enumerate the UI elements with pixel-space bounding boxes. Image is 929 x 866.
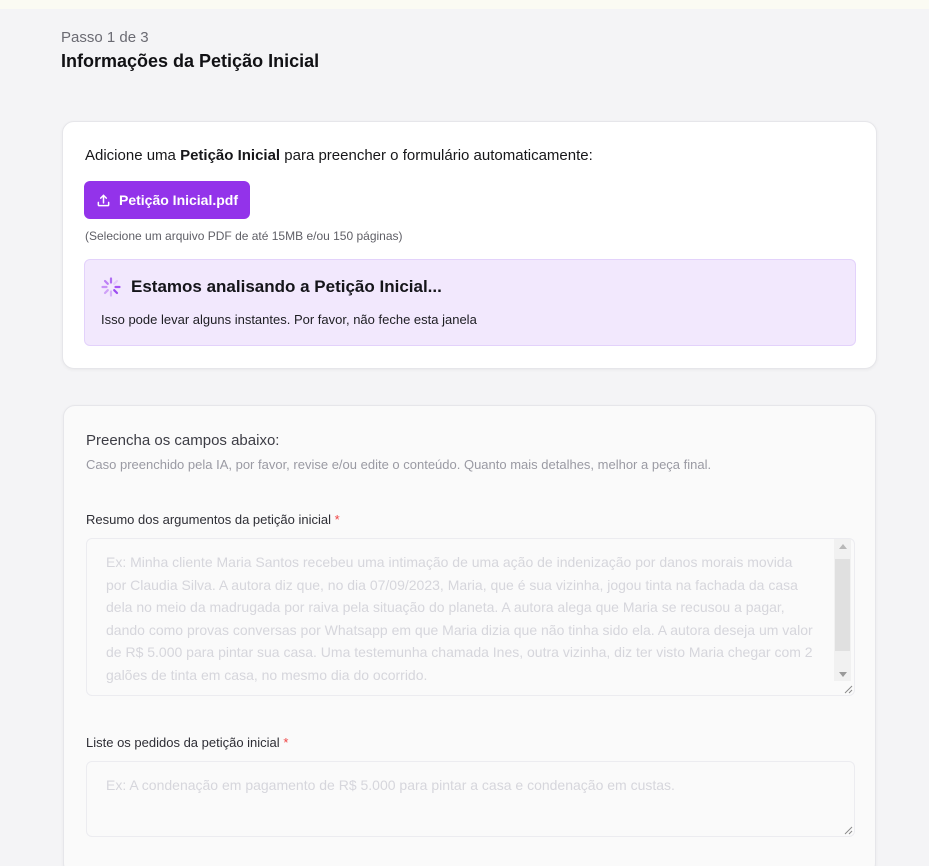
required-mark: * xyxy=(283,735,289,750)
form-heading: Preencha os campos abaixo: xyxy=(86,432,280,449)
upload-pdf-button[interactable]: Petição Inicial.pdf xyxy=(84,181,250,219)
spinner-icon xyxy=(101,277,121,297)
form-subheading: Caso preenchido pela IA, por favor, revi… xyxy=(86,457,712,472)
upload-pdf-button-label: Petição Inicial.pdf xyxy=(118,192,239,208)
summary-textarea[interactable] xyxy=(86,538,855,696)
required-mark: * xyxy=(334,512,340,527)
upload-icon xyxy=(97,194,110,206)
summary-field-label: Resumo dos argumentos da petição inicial… xyxy=(86,512,340,527)
requests-field-label: Liste os pedidos da petição inicial * xyxy=(86,735,288,750)
upload-intro-before: Adicione uma xyxy=(85,147,181,164)
requests-field-label-text: Liste os pedidos da petição inicial xyxy=(86,735,280,750)
requests-textarea[interactable] xyxy=(86,761,855,837)
upload-hint: (Selecione um arquivo PDF de até 15MB e/… xyxy=(85,229,403,243)
upload-intro-after: para preencher o formulário automaticame… xyxy=(280,147,593,164)
form-card: Preencha os campos abaixo: Caso preenchi… xyxy=(63,405,876,866)
analyzing-text: Isso pode levar alguns instantes. Por fa… xyxy=(101,312,477,327)
summary-field-label-text: Resumo dos argumentos da petição inicial xyxy=(86,512,331,527)
analyzing-status-box: Estamos analisando a Petição Inicial... … xyxy=(84,259,856,346)
analyzing-title: Estamos analisando a Petição Inicial... xyxy=(131,277,442,296)
upload-card: Adicione uma Petição Inicial para preenc… xyxy=(62,121,877,369)
upload-intro: Adicione uma Petição Inicial para preenc… xyxy=(85,147,593,164)
top-strip xyxy=(0,0,929,9)
page-title: Informações da Petição Inicial xyxy=(61,51,320,71)
step-indicator: Passo 1 de 3 xyxy=(61,29,149,46)
upload-intro-bold: Petição Inicial xyxy=(180,147,281,164)
